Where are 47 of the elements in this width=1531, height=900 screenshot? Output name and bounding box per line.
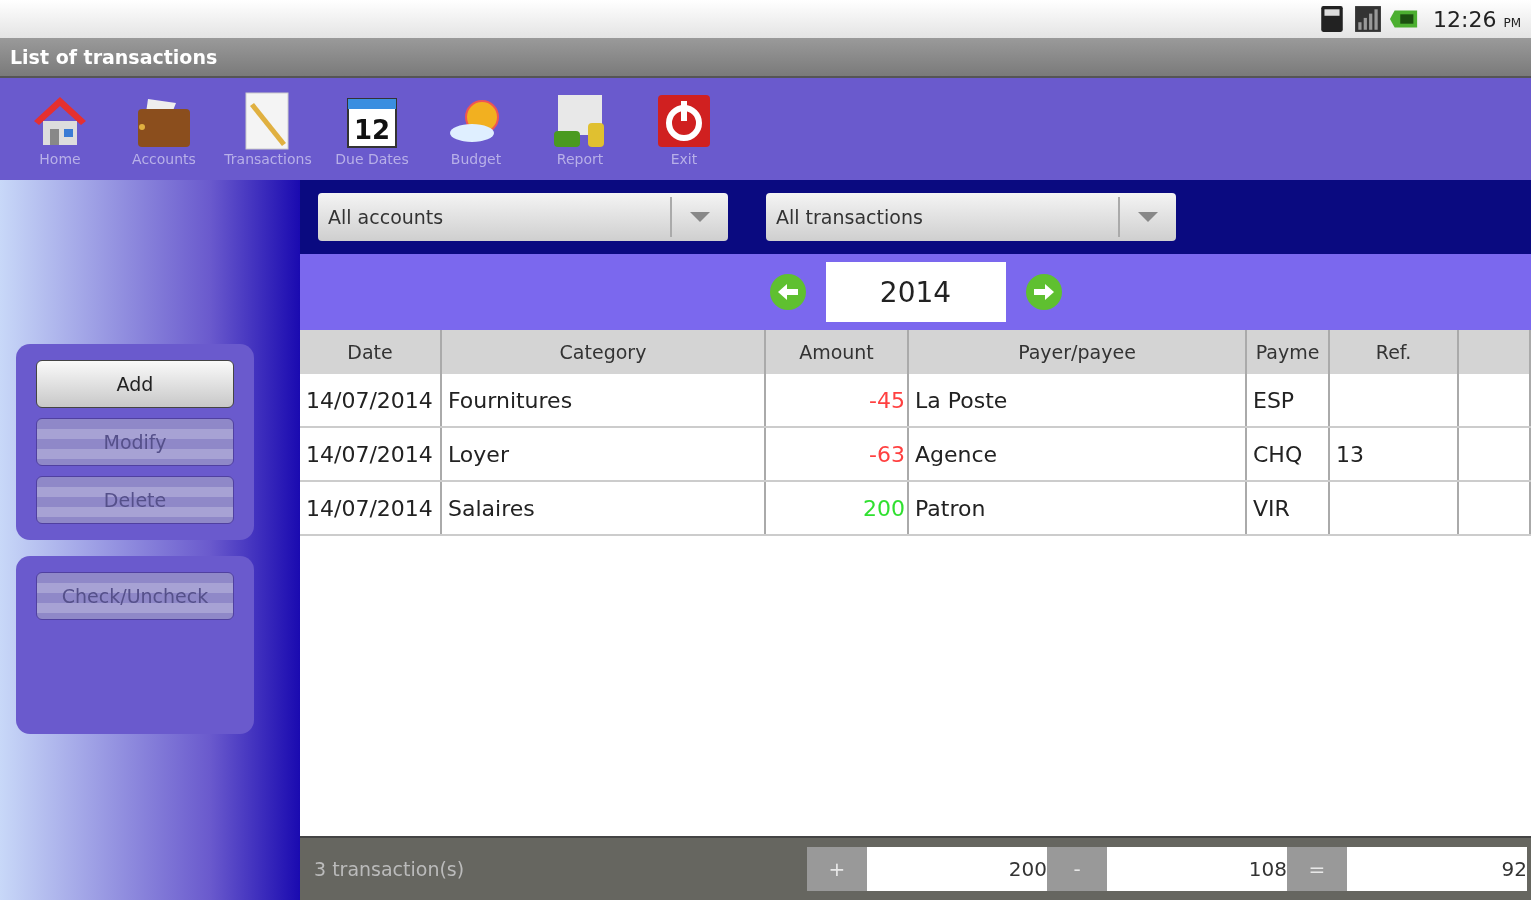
toolbar-button[interactable]: Transactions bbox=[216, 91, 320, 167]
toolbar-button[interactable]: Report bbox=[528, 91, 632, 167]
operator-label: = bbox=[1287, 847, 1347, 891]
year-field[interactable]: 2014 bbox=[825, 262, 1006, 322]
arrow-right-icon[interactable] bbox=[1023, 272, 1064, 312]
operator-label: + bbox=[807, 847, 867, 891]
dropdown[interactable]: All accounts bbox=[318, 193, 728, 241]
toolbar-button[interactable]: Budget bbox=[424, 91, 528, 167]
clock: 12:26 PM bbox=[1433, 6, 1521, 32]
table-cell: 13 bbox=[1336, 441, 1364, 467]
table-cell: Patron bbox=[908, 481, 1246, 535]
caret-icon bbox=[690, 212, 710, 222]
column-header: Ref. bbox=[1329, 330, 1458, 374]
table-cell: -63 bbox=[765, 427, 908, 481]
table-cell: La Poste bbox=[908, 374, 1246, 427]
window-title: List of transactions bbox=[10, 46, 218, 68]
column-header: Date bbox=[300, 330, 441, 374]
table-cell: CHQ bbox=[1246, 427, 1329, 481]
caret-icon bbox=[1138, 212, 1158, 222]
toolbar-button[interactable]: Home bbox=[8, 91, 112, 167]
table-cell: -45 bbox=[765, 374, 908, 427]
table-cell: ESP bbox=[1246, 374, 1329, 427]
table-cell: Fournitures bbox=[441, 374, 765, 427]
table-cell: 14/07/2014 bbox=[300, 481, 441, 535]
column-header: Amount bbox=[765, 330, 908, 374]
toolbar-button[interactable]: Exit bbox=[632, 91, 736, 167]
table-cell: 14/07/2014 bbox=[300, 427, 441, 481]
operator-label: - bbox=[1047, 847, 1107, 891]
column-header: Payme bbox=[1246, 330, 1329, 374]
action-button[interactable]: Add bbox=[36, 360, 234, 408]
table-cell: 200 bbox=[765, 481, 908, 535]
total-field: 108 bbox=[1107, 847, 1287, 891]
toolbar-button[interactable]: 12 Due Dates bbox=[320, 91, 424, 167]
signal-icon bbox=[1353, 5, 1383, 33]
total-field: 200 bbox=[867, 847, 1047, 891]
column-header: Payer/payee bbox=[908, 330, 1246, 374]
table-cell: 14/07/2014 bbox=[300, 374, 441, 427]
table-cell: Salaires bbox=[441, 481, 765, 535]
column-header: Category bbox=[441, 330, 765, 374]
table-cell: Loyer bbox=[441, 427, 765, 481]
toolbar-button[interactable]: Accounts bbox=[112, 91, 216, 167]
arrow-left-icon[interactable] bbox=[767, 272, 808, 312]
transaction-count: 3 transaction(s) bbox=[313, 858, 466, 880]
table-cell: VIR bbox=[1246, 481, 1329, 535]
dropdown[interactable]: All transactions bbox=[766, 193, 1176, 241]
total-field: 92 bbox=[1347, 847, 1527, 891]
table-cell: Agence bbox=[908, 427, 1246, 481]
